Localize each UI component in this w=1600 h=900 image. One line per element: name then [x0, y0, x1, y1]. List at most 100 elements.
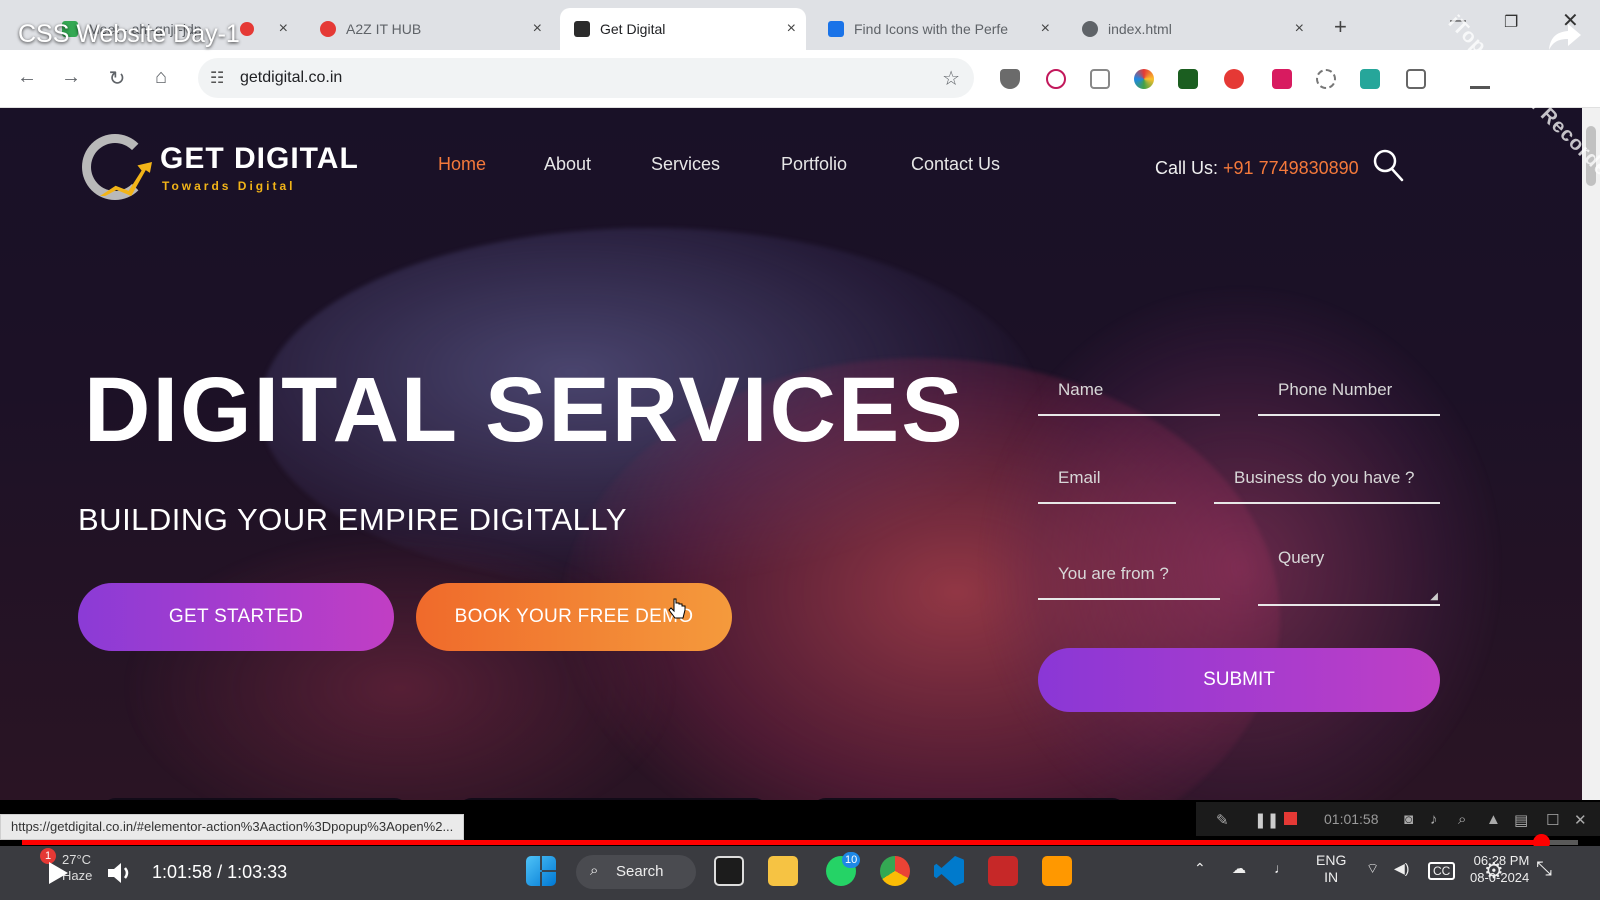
recorder-elapsed: 01:01:58	[1324, 811, 1379, 827]
wifi-icon[interactable]: ⌔	[1366, 860, 1379, 878]
edit-icon[interactable]: ☐	[1546, 811, 1559, 829]
time-separator: /	[217, 862, 223, 882]
whatsapp-badge: 10	[842, 852, 861, 868]
new-tab-button[interactable]: +	[1334, 14, 1347, 40]
tab-find-icons[interactable]: Find Icons with the Perfe ×	[814, 8, 1060, 50]
get-digital-favicon-icon	[574, 21, 590, 37]
flag-favicon-icon	[828, 21, 844, 37]
chrome-icon[interactable]	[880, 856, 910, 886]
red-circle-extension-icon[interactable]	[1224, 69, 1244, 89]
captions-icon[interactable]: CC	[1428, 862, 1456, 880]
onedrive-icon[interactable]: ☁	[1232, 860, 1246, 877]
taskbar-search-label: Search	[616, 863, 664, 880]
forward-icon[interactable]: →	[58, 66, 84, 89]
page-scrollbar[interactable]	[1582, 108, 1600, 800]
microphone-icon[interactable]: ♩	[1274, 860, 1288, 876]
sheets-extension-icon[interactable]	[1178, 69, 1198, 89]
globe-favicon-icon	[1082, 21, 1098, 37]
name-field[interactable]: Name	[1038, 366, 1220, 416]
play-icon[interactable]	[46, 860, 70, 886]
block-extension-icon[interactable]	[1046, 69, 1066, 89]
query-placeholder: Query	[1278, 548, 1325, 567]
tab-label: A2Z IT HUB	[346, 21, 422, 37]
tray-chevron-icon[interactable]: ⌃	[1194, 860, 1206, 877]
task-view-icon[interactable]	[714, 856, 744, 886]
call-label: Call Us:	[1155, 158, 1219, 178]
language-indicator[interactable]: ENG IN	[1316, 852, 1346, 886]
bookmark-star-icon[interactable]: ☆	[942, 66, 960, 91]
back-icon[interactable]: ←	[14, 66, 40, 89]
nav-contact-us[interactable]: Contact Us	[911, 154, 1000, 175]
pen-extension-icon[interactable]	[1272, 69, 1292, 89]
website-viewport: GET DIGITAL Towards Digital Home About S…	[0, 108, 1582, 800]
email-field[interactable]: Email	[1038, 454, 1176, 504]
pen-icon[interactable]: ✎	[1216, 811, 1229, 829]
home-icon[interactable]: ⌂	[148, 66, 174, 89]
bell-icon[interactable]: ▲	[1486, 811, 1501, 828]
service-card	[810, 798, 1128, 800]
zoom-icon[interactable]: ⌕	[1458, 811, 1466, 828]
site-info-icon[interactable]: ☷	[210, 68, 224, 88]
call-us: Call Us: +91 7749830890	[1155, 158, 1359, 179]
email-placeholder: Email	[1058, 468, 1101, 487]
tab-close-icon[interactable]: ×	[533, 20, 542, 38]
language-line1: ENG	[1316, 852, 1347, 868]
shield-extension-icon[interactable]	[1000, 69, 1020, 89]
puzzle-extensions-icon[interactable]	[1406, 69, 1426, 89]
screen-recorder-app-icon[interactable]	[988, 856, 1018, 886]
bug-extension-icon[interactable]	[1316, 69, 1336, 89]
phone-field[interactable]: Phone Number	[1258, 366, 1440, 416]
mic-off-icon[interactable]: ♪	[1430, 811, 1438, 828]
link-status-url: https://getdigital.co.in/#elementor-acti…	[0, 814, 465, 840]
tab-label: Find Icons with the Perfe	[854, 21, 1009, 37]
site-logo[interactable]: GET DIGITAL Towards Digital	[82, 134, 372, 204]
pause-icon[interactable]: ❚❚	[1254, 811, 1279, 829]
tab-close-icon[interactable]: ×	[1295, 20, 1304, 38]
share-icon[interactable]	[1548, 22, 1582, 52]
address-url[interactable]: getdigital.co.in	[240, 69, 342, 87]
tab-index-html[interactable]: index.html ×	[1068, 8, 1314, 50]
nav-home[interactable]: Home	[438, 154, 486, 175]
name-placeholder: Name	[1058, 380, 1104, 399]
tab-a2z-it-hub[interactable]: A2Z IT HUB ×	[306, 8, 552, 50]
nav-about[interactable]: About	[544, 154, 591, 175]
business-field[interactable]: Business do you have ?	[1214, 454, 1440, 504]
search-icon[interactable]	[1372, 148, 1404, 182]
camera-icon[interactable]: ◙	[1404, 811, 1413, 828]
restore-icon[interactable]: ❐	[1504, 12, 1518, 32]
tab-close-icon[interactable]: ×	[787, 20, 796, 38]
taskbar-search[interactable]: ⌕ Search	[576, 855, 696, 889]
speaker-icon[interactable]: ◀)	[1394, 860, 1409, 877]
sublime-text-icon[interactable]	[1042, 856, 1072, 886]
submit-button[interactable]: SUBMIT	[1038, 648, 1440, 712]
chat-icon[interactable]: ▤	[1514, 811, 1528, 829]
color-picker-extension-icon[interactable]	[1134, 69, 1154, 89]
browser-tab-strip: Meet - ahj-qnjr-jdp × A2Z IT HUB × Get D…	[0, 0, 1600, 50]
tab-close-icon[interactable]: ×	[1041, 20, 1050, 38]
fullscreen-exit-icon[interactable]: ⤡	[1536, 858, 1552, 881]
close-recorder-icon[interactable]: ✕	[1574, 811, 1587, 829]
location-field[interactable]: You are from ?	[1038, 548, 1220, 600]
get-started-button[interactable]: GET STARTED	[78, 583, 394, 651]
nav-portfolio[interactable]: Portfolio	[781, 154, 847, 175]
language-line2: IN	[1324, 869, 1339, 885]
call-number[interactable]: +91 7749830890	[1223, 158, 1359, 178]
resize-grip-icon[interactable]: ◢	[1430, 591, 1438, 602]
taskbar-search-icon: ⌕	[590, 862, 599, 879]
logo-tagline: Towards Digital	[162, 179, 296, 193]
query-textarea[interactable]: Query ◢	[1258, 534, 1440, 606]
stop-icon[interactable]	[1284, 812, 1297, 825]
tab-close-icon[interactable]: ×	[279, 20, 288, 38]
volume-icon[interactable]	[106, 860, 134, 886]
tab-get-digital[interactable]: Get Digital ×	[560, 8, 806, 50]
video-progress-bar[interactable]	[22, 834, 1578, 851]
settings-gear-icon[interactable]: ⚙	[1484, 858, 1504, 884]
address-bar[interactable]: ☷ getdigital.co.in ☆	[198, 58, 974, 98]
reload-icon[interactable]: ↻	[104, 66, 130, 91]
text-extension-icon[interactable]	[1090, 69, 1110, 89]
phone-placeholder: Phone Number	[1278, 380, 1393, 399]
w-extension-icon[interactable]	[1360, 69, 1380, 89]
nav-services[interactable]: Services	[651, 154, 720, 175]
tab-label: Get Digital	[600, 21, 666, 37]
file-explorer-icon[interactable]	[768, 856, 798, 886]
